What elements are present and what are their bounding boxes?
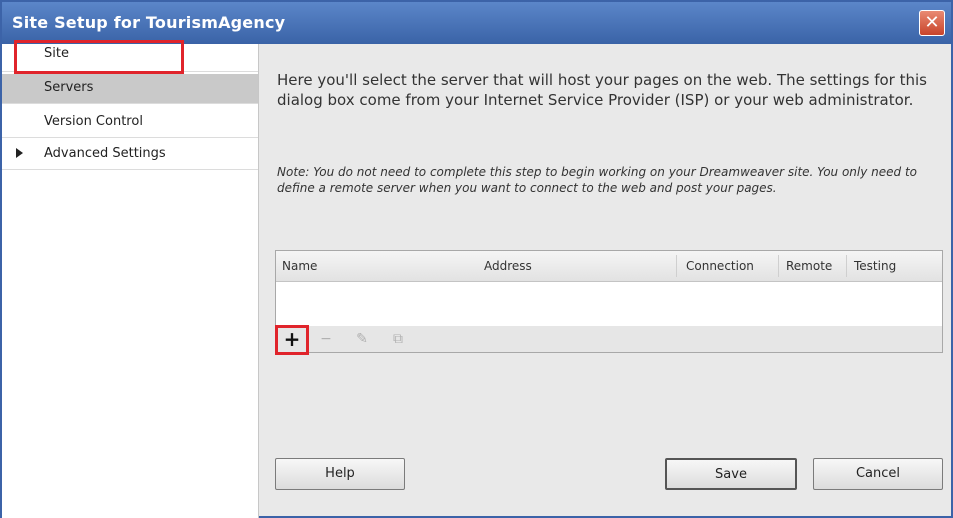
column-header-remote[interactable]: Remote [786, 259, 832, 273]
table-header: Name Address Connection Remote Testing [276, 251, 942, 282]
edit-icon[interactable]: ✎ [352, 329, 372, 349]
save-button[interactable]: Save [665, 458, 797, 490]
server-toolbar: + − ✎ ⧉ [275, 326, 943, 353]
sidebar-item-label: Advanced Settings [44, 146, 166, 161]
sidebar-item-label: Servers [44, 80, 94, 95]
sidebar-item-advanced-settings[interactable]: Advanced Settings [2, 140, 258, 170]
site-setup-dialog: Site Setup for TourismAgency ✕ Site Serv… [0, 0, 953, 518]
servers-table[interactable]: Name Address Connection Remote Testing [275, 250, 943, 328]
add-server-highlight-box [275, 325, 309, 355]
column-header-address[interactable]: Address [484, 259, 532, 273]
expand-arrow-icon[interactable] [16, 148, 23, 158]
close-button[interactable]: ✕ [919, 10, 945, 36]
column-header-name[interactable]: Name [282, 259, 317, 273]
note-text: Note: You do not need to complete this s… [277, 165, 917, 195]
main-panel: Here you'll select the server that will … [259, 44, 951, 518]
duplicate-icon[interactable]: ⧉ [388, 329, 408, 349]
sidebar-item-label: Version Control [44, 114, 143, 129]
servers-highlight-box [14, 40, 184, 74]
column-divider [846, 255, 847, 277]
column-header-testing[interactable]: Testing [854, 259, 896, 273]
column-divider [676, 255, 677, 277]
sidebar-item-servers[interactable]: Servers [2, 74, 258, 104]
intro-text: Here you'll select the server that will … [277, 71, 927, 109]
title-bar: Site Setup for TourismAgency ✕ [2, 2, 951, 44]
remove-icon[interactable]: − [316, 329, 336, 349]
column-divider [778, 255, 779, 277]
help-button[interactable]: Help [275, 458, 405, 490]
sidebar-item-version-control[interactable]: Version Control [2, 108, 258, 138]
sidebar: Site Servers Version Control Advanced Se… [2, 44, 259, 518]
window-title: Site Setup for TourismAgency [12, 13, 286, 32]
cancel-button[interactable]: Cancel [813, 458, 943, 490]
close-icon: ✕ [924, 12, 940, 33]
column-header-connection[interactable]: Connection [686, 259, 754, 273]
